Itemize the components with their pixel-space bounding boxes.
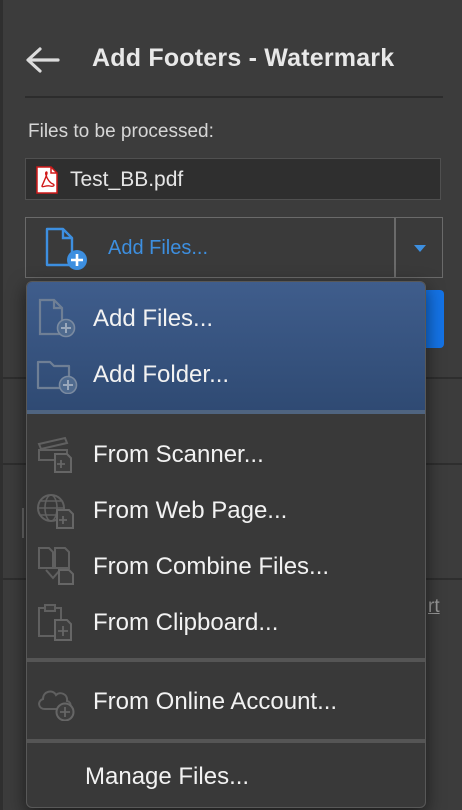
add-files-menu: Add Files... Add Folder... From Scanner.… [26, 281, 426, 808]
file-list[interactable]: Test_BB.pdf [25, 158, 441, 200]
web-page-icon [37, 494, 74, 529]
menu-item-from-scanner[interactable]: From Scanner... [27, 426, 425, 482]
menu-item-manage-files[interactable]: Manage Files... [27, 748, 425, 804]
menu-item-label: From Combine Files... [93, 553, 330, 580]
panel-edge [0, 0, 3, 810]
clipboard-icon [38, 604, 72, 641]
menu-item-label: From Clipboard... [93, 609, 279, 636]
chevron-down-icon [414, 245, 426, 252]
partial-link[interactable]: rt [428, 596, 440, 618]
file-name: Test_BB.pdf [70, 168, 184, 191]
add-files-dropdown-toggle[interactable] [395, 217, 443, 278]
add-files-button[interactable]: Add Files... [25, 217, 395, 278]
menu-item-add-files[interactable]: Add Files... [27, 290, 425, 346]
menu-item-label: Add Folder... [93, 361, 230, 388]
menu-item-from-clipboard[interactable]: From Clipboard... [27, 594, 425, 650]
menu-item-label: From Web Page... [93, 497, 288, 524]
file-item[interactable]: Test_BB.pdf [36, 165, 183, 195]
header-divider [25, 96, 443, 98]
menu-separator [27, 410, 425, 414]
menu-item-label: From Scanner... [93, 441, 264, 468]
menu-item-from-combine-files[interactable]: From Combine Files... [27, 538, 425, 594]
options-marker [22, 508, 24, 538]
menu-item-add-folder[interactable]: Add Folder... [27, 346, 425, 402]
menu-separator [27, 739, 425, 743]
cloud-account-icon [38, 690, 75, 721]
menu-item-label: From Online Account... [93, 688, 338, 715]
pdf-file-icon [36, 166, 58, 194]
back-button[interactable] [22, 44, 62, 76]
scanner-icon [37, 436, 72, 473]
menu-item-label: Manage Files... [85, 763, 250, 790]
add-folder-icon [36, 360, 78, 394]
menu-separator [27, 658, 425, 662]
panel-header: Add Footers - Watermark [0, 0, 462, 98]
menu-item-from-web-page[interactable]: From Web Page... [27, 482, 425, 538]
menu-item-label: Add Files... [93, 305, 214, 332]
add-document-icon [45, 227, 87, 270]
combine-files-icon [38, 547, 74, 585]
page-title: Add Footers - Watermark [92, 44, 395, 72]
files-label: Files to be processed: [28, 121, 214, 142]
add-files-label: Add Files... [108, 237, 209, 259]
back-arrow-icon [26, 47, 60, 73]
add-document-icon [38, 298, 76, 338]
menu-item-from-online-account[interactable]: From Online Account... [27, 673, 425, 729]
